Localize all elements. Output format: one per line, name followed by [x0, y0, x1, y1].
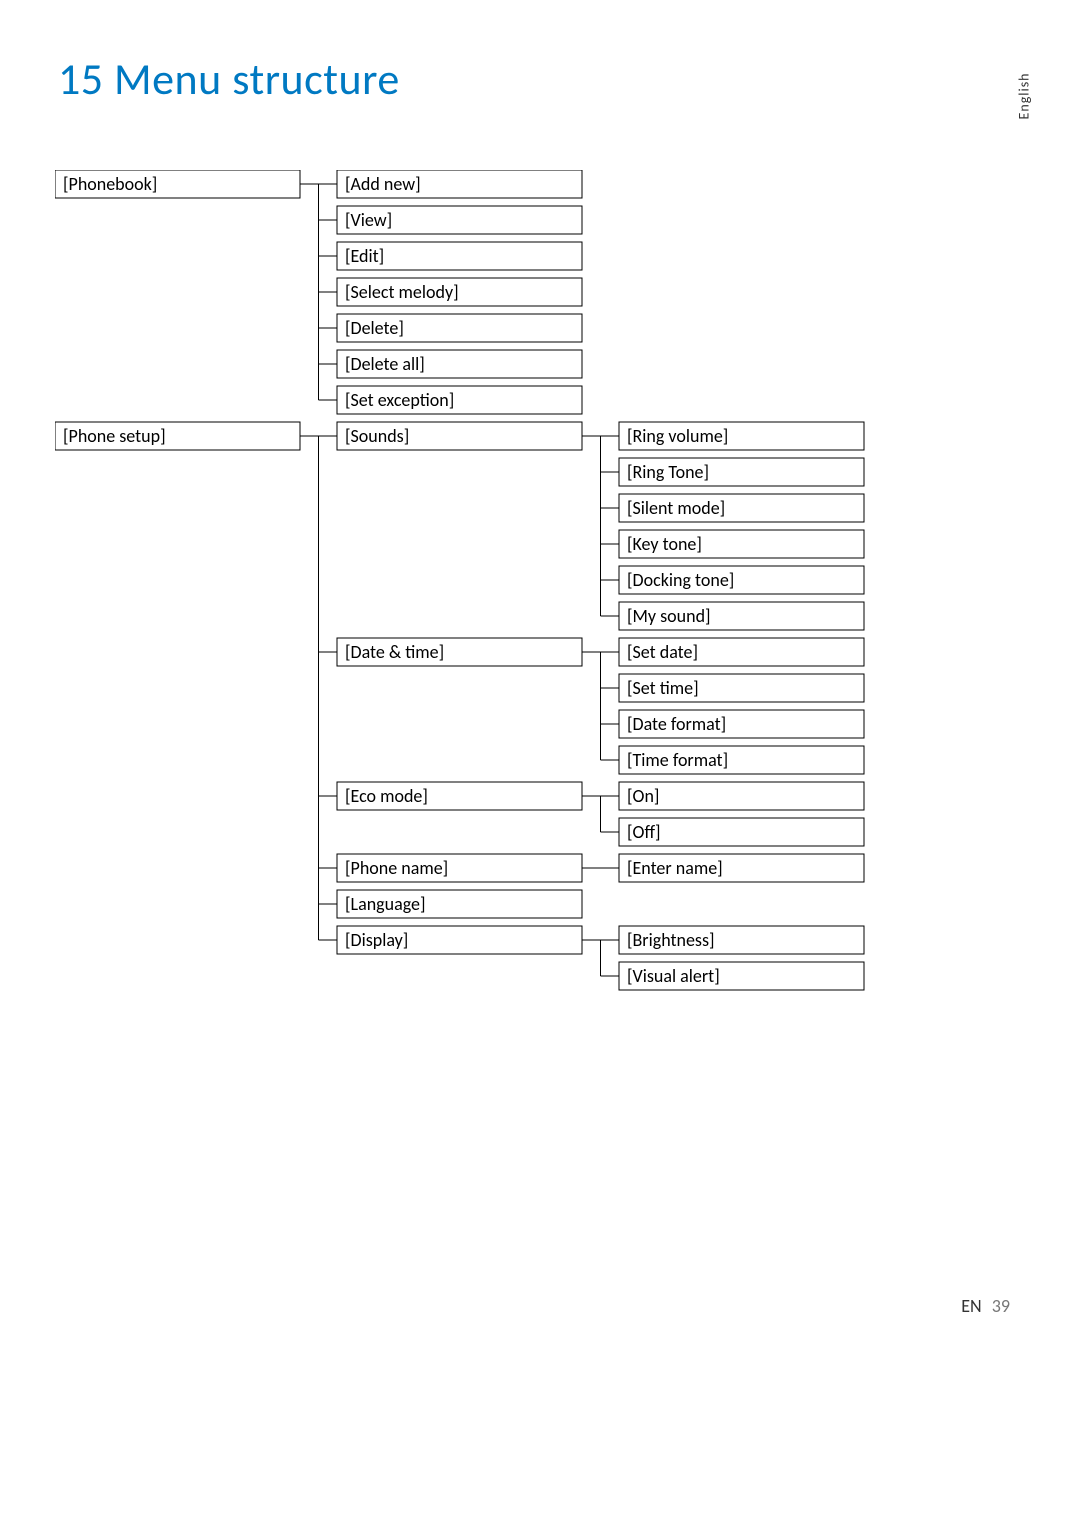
tree-cell-label: [Docking tone]	[627, 569, 734, 591]
language-tab: English	[1016, 96, 1061, 120]
tree-cell-l3: [On]	[619, 782, 864, 810]
tree-cell-l3: [Brightness]	[619, 926, 864, 954]
tree-cell-label: [Ring volume]	[627, 425, 728, 447]
tree-cell-l2: [Delete]	[337, 314, 582, 342]
tree-cell-l2: [Language]	[337, 890, 582, 918]
tree-cell-label: [Phone setup]	[63, 425, 166, 447]
footer-lang: EN	[961, 1295, 981, 1317]
tree-cell-l2: [View]	[337, 206, 582, 234]
tree-cell-label: [View]	[345, 209, 392, 231]
tree-cell-l3: [Time format]	[619, 746, 864, 774]
tree-cell-label: [Set time]	[627, 677, 699, 699]
tree-cell-l1: [Phone setup]	[55, 422, 300, 450]
tree-cell-label: [Language]	[345, 893, 426, 915]
tree-cell-label: [Key tone]	[627, 533, 702, 555]
tree-cell-l3: [Docking tone]	[619, 566, 864, 594]
tree-cell-label: [Off]	[627, 821, 660, 843]
tree-cell-l3: [My sound]	[619, 602, 864, 630]
tree-cell-l2: [Display]	[337, 926, 582, 954]
tree-cell-label: [Date format]	[627, 713, 726, 735]
tree-cell-l3: [Visual alert]	[619, 962, 864, 990]
tree-cell-label: [On]	[627, 785, 659, 807]
tree-cell-label: [Set date]	[627, 641, 698, 663]
tree-cell-label: [Eco mode]	[345, 785, 428, 807]
tree-cell-l3: [Off]	[619, 818, 864, 846]
tree-cell-label: [Date & time]	[345, 641, 444, 663]
tree-cell-l2: [Date & time]	[337, 638, 582, 666]
tree-cell-l2: [Add new]	[337, 170, 582, 198]
tree-cell-l2: [Delete all]	[337, 350, 582, 378]
tree-cell-label: [Visual alert]	[627, 965, 720, 987]
tree-cell-l2: [Set exception]	[337, 386, 582, 414]
tree-cell-label: [Select melody]	[345, 281, 459, 303]
tree-cell-label: [Set exception]	[345, 389, 454, 411]
tree-cell-l2: [Eco mode]	[337, 782, 582, 810]
tree-cell-l3: [Silent mode]	[619, 494, 864, 522]
tree-cell-l3: [Ring Tone]	[619, 458, 864, 486]
tree-cell-label: [Edit]	[345, 245, 384, 267]
tree-cell-l3: [Set time]	[619, 674, 864, 702]
tree-cell-label: [Add new]	[345, 173, 421, 195]
tree-cell-l3: [Date format]	[619, 710, 864, 738]
page-footer: EN 39	[961, 1295, 1010, 1317]
tree-cell-label: [Phone name]	[345, 857, 448, 879]
tree-cell-l2: [Edit]	[337, 242, 582, 270]
tree-cell-label: [My sound]	[627, 605, 711, 627]
tree-cell-label: [Display]	[345, 929, 408, 951]
tree-cell-l2: [Select melody]	[337, 278, 582, 306]
tree-cell-l2: [Sounds]	[337, 422, 582, 450]
tree-cell-label: [Phonebook]	[63, 173, 157, 195]
tree-cell-label: [Delete]	[345, 317, 404, 339]
tree-cell-l2: [Phone name]	[337, 854, 582, 882]
tree-cell-label: [Enter name]	[627, 857, 723, 879]
tree-cell-label: [Brightness]	[627, 929, 715, 951]
menu-tree: [Phonebook] [Phone setup] [Add new] [View] […	[55, 170, 925, 1010]
tree-cell-label: [Silent mode]	[627, 497, 725, 519]
tree-cell-l1: [Phonebook]	[55, 170, 300, 198]
page-title: 15 Menu structure	[58, 52, 400, 106]
tree-cell-label: [Sounds]	[345, 425, 409, 447]
tree-cell-label: [Time format]	[627, 749, 728, 771]
tree-cell-l3: [Ring volume]	[619, 422, 864, 450]
page: 15 Menu structure English [Phonebook][Ph…	[0, 0, 1080, 1527]
tree-cell-label: [Ring Tone]	[627, 461, 709, 483]
tree-cell-l3: [Set date]	[619, 638, 864, 666]
tree-cell-l3: [Key tone]	[619, 530, 864, 558]
tree-cell-label: [Delete all]	[345, 353, 425, 375]
footer-page-number: 39	[992, 1295, 1010, 1317]
tree-cell-l3: [Enter name]	[619, 854, 864, 882]
